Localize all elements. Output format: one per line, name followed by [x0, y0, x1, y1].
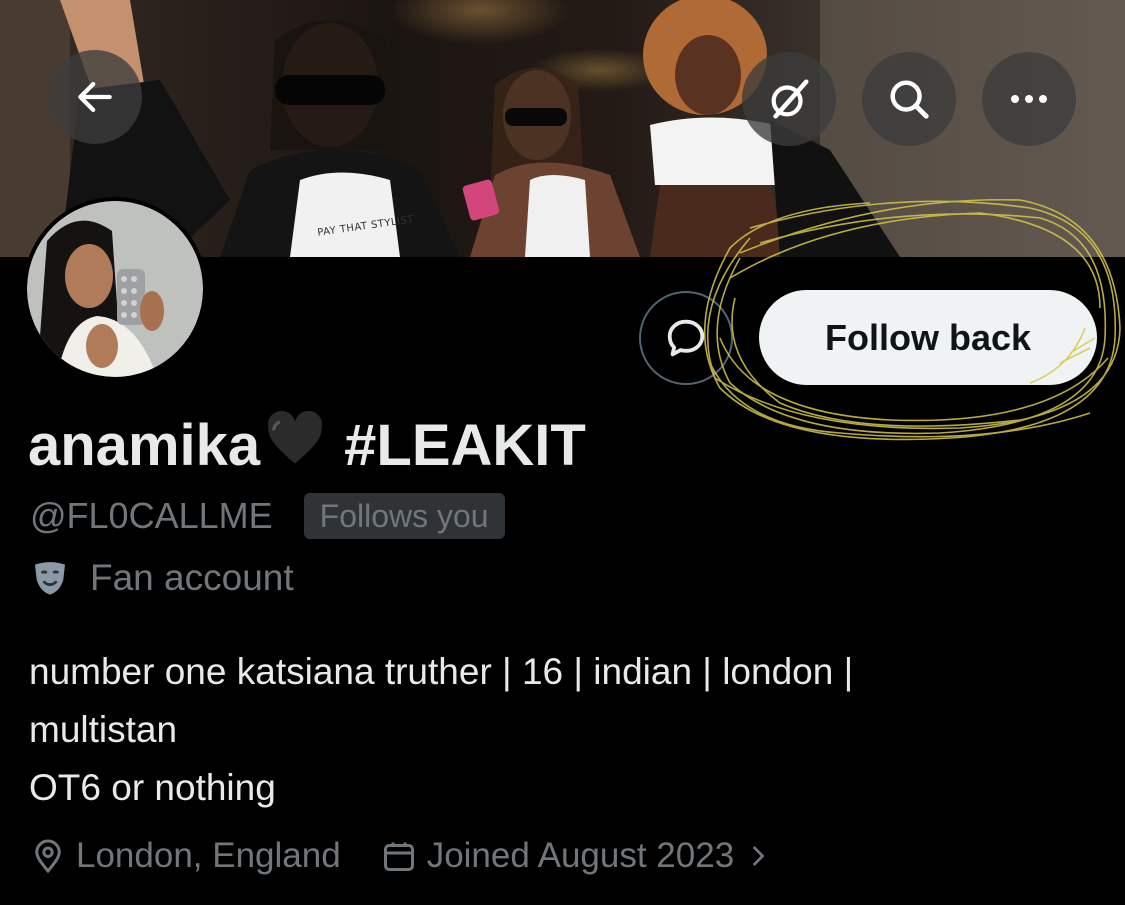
grok-button[interactable]: [742, 52, 836, 146]
grok-icon: [771, 79, 809, 119]
avatar[interactable]: [23, 197, 207, 381]
bio-line: OT6 or nothing: [29, 767, 276, 808]
bio-line: number one katsiana truther | 16 | india…: [29, 651, 854, 692]
arrow-left-icon: [78, 82, 112, 112]
more-horizontal-icon: [1011, 95, 1047, 103]
location-pin-icon: [35, 839, 61, 874]
more-options-button[interactable]: [982, 52, 1076, 146]
message-button[interactable]: [639, 291, 733, 385]
profile-bio: number one katsiana truther | 16 | india…: [29, 643, 1089, 817]
user-handle: @FL0CALLME: [30, 495, 273, 536]
display-name-hashtag: #LEAKIT: [344, 412, 586, 478]
chevron-right-icon: [753, 846, 765, 866]
display-name-row: anamika #LEAKIT: [28, 410, 586, 480]
location-text: London, England: [76, 836, 341, 875]
category-label: Fan account: [90, 557, 294, 598]
profile-meta: London, England Joined August 2023: [30, 836, 772, 876]
search-icon: [890, 80, 929, 119]
joined-date-link[interactable]: Joined August 2023: [381, 836, 772, 876]
profile-category: Fan account: [30, 557, 294, 599]
handle-row: @FL0CALLME Follows you: [30, 493, 505, 539]
performing-arts-icon: [35, 562, 65, 595]
joined-text: Joined August 2023: [426, 836, 735, 875]
message-bubble-icon: [667, 319, 705, 357]
calendar-icon: [383, 842, 414, 871]
display-name: anamika: [28, 412, 261, 478]
black-heart-emoji: [264, 410, 326, 480]
search-button[interactable]: [862, 52, 956, 146]
location: London, England: [30, 836, 341, 876]
bio-line: multistan: [29, 709, 178, 750]
back-button[interactable]: [48, 50, 142, 144]
follows-you-badge: Follows you: [303, 493, 505, 539]
follow-back-button[interactable]: Follow back: [759, 290, 1097, 385]
avatar-photo: [27, 201, 203, 377]
